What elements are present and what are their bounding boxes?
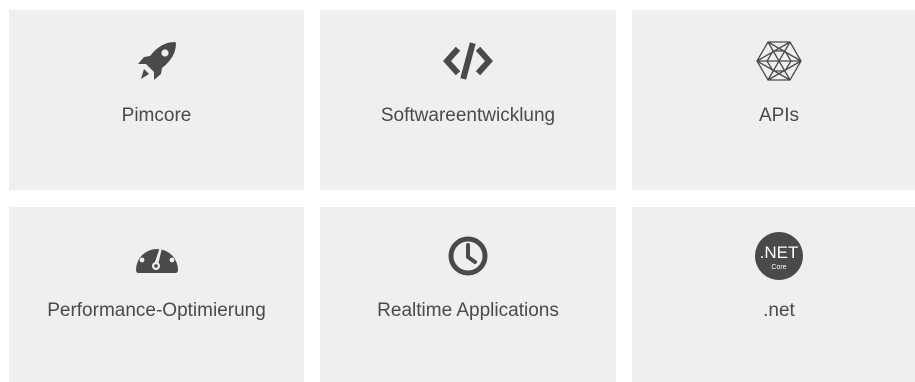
tile-label: Pimcore — [121, 105, 192, 126]
tile-performance-optimierung[interactable]: Performance-Optimierung — [9, 207, 304, 382]
dotnet-core-icon: .NET Core — [754, 232, 804, 280]
tile-pimcore[interactable]: Pimcore — [9, 10, 304, 190]
tile-label: Realtime Applications — [377, 300, 559, 321]
clock-icon — [443, 233, 493, 279]
service-grid: Pimcore Softwareentwicklung APIs Perform… — [9, 10, 915, 382]
speedometer-icon — [132, 233, 182, 279]
tile-label: Softwareentwicklung — [380, 105, 556, 126]
code-icon — [443, 38, 493, 84]
tile-label: .net — [763, 300, 795, 321]
tile-softwareentwicklung[interactable]: Softwareentwicklung — [320, 10, 616, 190]
tile-dotnet[interactable]: .NET Core .net — [632, 207, 915, 382]
dotnet-badge-subtext: Core — [771, 264, 786, 271]
tile-apis[interactable]: APIs — [632, 10, 915, 190]
tile-label: Performance-Optimierung — [47, 300, 266, 321]
hexagon-mesh-icon — [754, 38, 804, 84]
dotnet-badge-text: .NET — [760, 243, 799, 262]
tile-label: APIs — [758, 105, 800, 126]
rocket-icon — [132, 38, 182, 84]
tile-realtime-applications[interactable]: Realtime Applications — [320, 207, 616, 382]
